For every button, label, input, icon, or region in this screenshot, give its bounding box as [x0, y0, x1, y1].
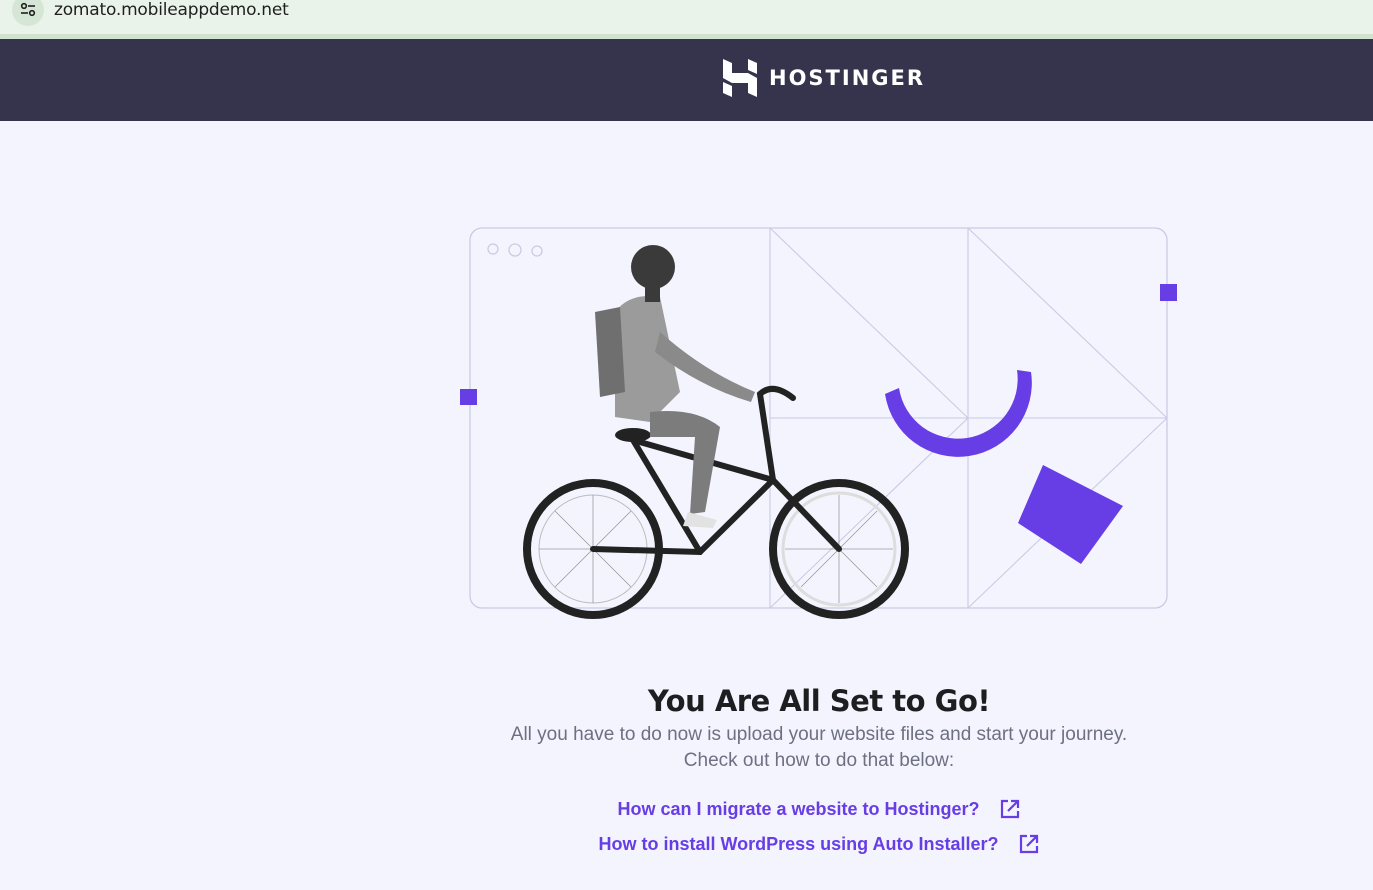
external-link-icon: [1000, 800, 1019, 819]
migrate-website-link[interactable]: How can I migrate a website to Hostinger…: [440, 798, 1198, 820]
accent-arc: [885, 370, 1032, 457]
accent-square-left: [460, 389, 477, 405]
description-line-2: Check out how to do that below:: [683, 750, 955, 771]
window-dot-icon: [531, 245, 543, 257]
cyclist-illustration: [523, 245, 909, 619]
link-label: How can I migrate a website to Hostinger…: [617, 798, 980, 819]
external-link-icon: [1019, 835, 1038, 854]
browser-address-bar: zomato.mobileappdemo.net: [0, 0, 1373, 39]
accent-diamond: [1018, 465, 1123, 564]
page-description: All you have to do now is upload your we…: [440, 722, 1198, 774]
site-header: HOSTINGER: [0, 39, 1373, 121]
window-dot-icon: [487, 243, 499, 255]
page-title: You Are All Set to Go!: [647, 684, 991, 718]
description-line-1: All you have to do now is upload your we…: [510, 724, 1128, 745]
hero-illustration: [455, 222, 1185, 622]
hostinger-logo[interactable]: HOSTINGER: [723, 59, 925, 97]
tune-icon: [20, 2, 36, 17]
link-label: How to install WordPress using Auto Inst…: [598, 833, 999, 854]
logo-text: HOSTINGER: [769, 66, 926, 90]
accent-square-right: [1160, 284, 1177, 301]
url-text[interactable]: zomato.mobileappdemo.net: [54, 0, 289, 20]
hostinger-h-icon: [723, 59, 757, 97]
window-dot-icon: [508, 243, 522, 257]
site-info-button[interactable]: [12, 0, 44, 26]
install-wordpress-link[interactable]: How to install WordPress using Auto Inst…: [440, 833, 1198, 855]
